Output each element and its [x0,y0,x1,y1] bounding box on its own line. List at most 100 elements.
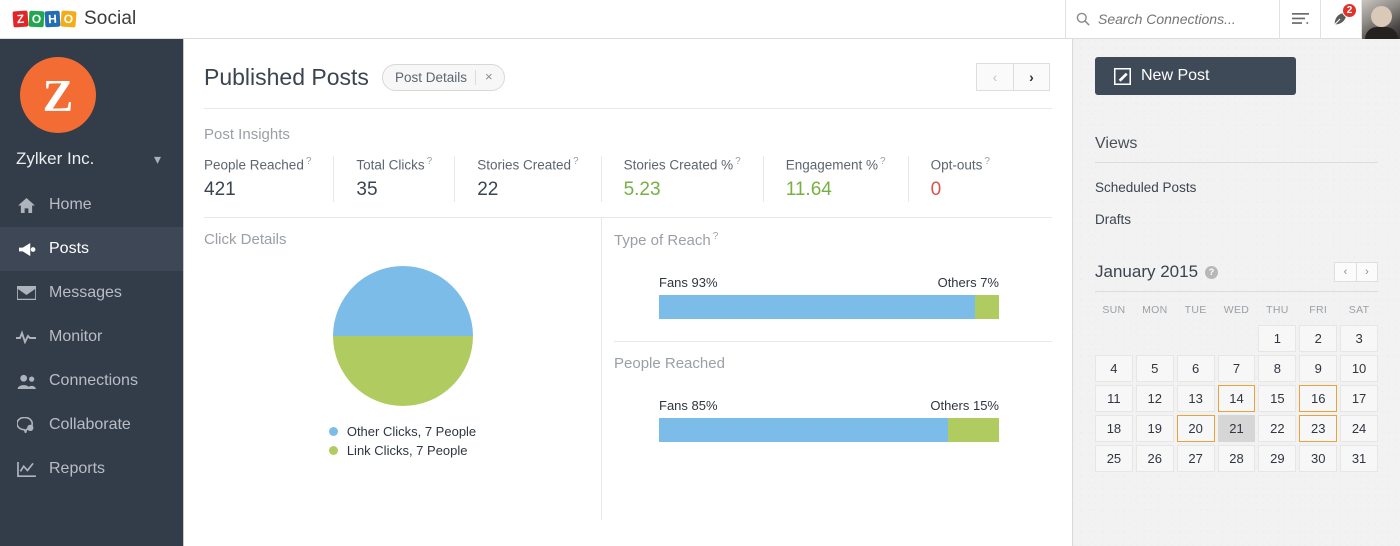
next-post-button[interactable]: › [1013,63,1050,91]
org-avatar[interactable]: Z [20,57,96,133]
calendar-day[interactable]: 19 [1135,415,1174,442]
view-scheduled-posts[interactable]: Scheduled Posts [1095,180,1378,195]
calendar-day[interactable]: 28 [1217,445,1256,472]
metric-stories-created-pct: Stories Created %? 5.23 [602,156,764,202]
view-drafts[interactable]: Drafts [1095,212,1378,227]
calendar-day[interactable]: 16 [1299,385,1338,412]
pie-legend: Other Clicks, 7 People Link Clicks, 7 Pe… [328,424,476,462]
bar-label-fans: Fans 93% [659,275,718,290]
calendar-day[interactable]: 3 [1340,325,1378,352]
views-title: Views [1095,135,1378,163]
chevron-down-icon: ▾ [153,150,161,167]
bar-label-others: Others 15% [930,398,999,413]
help-icon[interactable]: ? [735,156,741,167]
help-icon[interactable]: ? [984,156,990,167]
calendar-day[interactable]: 4 [1095,355,1133,382]
bar-segment-others [948,418,999,442]
org-switcher[interactable]: Zylker Inc. ▾ [16,149,167,169]
pulse-icon [15,330,37,344]
calendar-title: January 2015 [1095,262,1199,281]
calendar-day[interactable]: 14 [1217,385,1256,412]
calendar-day[interactable]: 17 [1340,385,1378,412]
top-bar-right: 2 [1065,0,1400,39]
calendar-prev-button[interactable]: ‹ [1334,262,1356,282]
new-post-label: New Post [1141,67,1210,84]
calendar-day[interactable]: 25 [1095,445,1133,472]
people-icon [15,374,37,389]
calendar-day[interactable]: 9 [1299,355,1338,382]
calendar-day[interactable]: 11 [1095,385,1133,412]
people-reached-bar: Fans 85% Others 15% [659,398,999,442]
help-icon[interactable]: ? [306,156,312,167]
calendar-day[interactable]: 12 [1135,385,1174,412]
top-bar: Z O H O Social Search Connections... 2 [0,0,1400,39]
calendar-dow: MON [1142,304,1168,316]
help-icon[interactable]: ? [573,156,579,167]
metric-label: Stories Created [477,157,572,173]
calendar-day[interactable]: 22 [1258,415,1297,442]
help-icon[interactable]: ? [713,231,719,242]
metric-value: 5.23 [623,178,661,200]
post-details-tag[interactable]: Post Details × [381,63,505,91]
sidebar-item-home[interactable]: Home [0,183,183,227]
sidebar-item-label: Messages [49,284,122,301]
metric-value: 421 [204,178,236,200]
bar-label-others: Others 7% [937,275,999,290]
help-icon[interactable]: ? [880,156,886,167]
calendar-dow: SUN [1102,304,1126,316]
envelope-icon [15,286,37,300]
sidebar-item-posts[interactable]: Posts [0,227,183,271]
calendar-day[interactable]: 5 [1135,355,1174,382]
brand[interactable]: Z O H O Social [0,8,136,30]
calendar-day[interactable]: 30 [1299,445,1338,472]
post-insights-title: Post Insights [204,126,290,143]
calendar-day[interactable]: 18 [1095,415,1133,442]
bar-graphic [659,418,999,442]
sidebar-item-reports[interactable]: Reports [0,447,183,491]
calendar-day[interactable]: 31 [1340,445,1378,472]
calendar-day[interactable]: 7 [1217,355,1256,382]
prev-post-button[interactable]: ‹ [976,63,1013,91]
help-icon[interactable]: ? [1205,265,1219,279]
new-post-button[interactable]: New Post [1095,57,1296,95]
calendar-next-button[interactable]: › [1356,262,1378,282]
calendar-day[interactable]: 20 [1176,415,1215,442]
calendar-day[interactable]: 21 [1217,415,1256,442]
calendar-day[interactable]: 26 [1135,445,1174,472]
user-avatar[interactable] [1361,0,1400,39]
sidebar-item-connections[interactable]: Connections [0,359,183,403]
bar-graphic [659,295,999,319]
search-box[interactable] [1065,0,1279,39]
search-input[interactable] [1098,11,1263,27]
sidebar-item-messages[interactable]: Messages [0,271,183,315]
post-details-tag-label: Post Details [394,69,467,85]
calendar-dow: WED [1223,304,1250,316]
sidebar-item-collaborate[interactable]: Collaborate [0,403,183,447]
calendar-day[interactable]: 15 [1258,385,1297,412]
calendar-day[interactable]: 2 [1299,325,1338,352]
calendar-day[interactable]: 23 [1299,415,1338,442]
calendar-day[interactable]: 29 [1258,445,1297,472]
menu-list-button[interactable] [1279,0,1320,39]
calendar-day[interactable]: 1 [1258,325,1297,352]
calendar-day[interactable]: 8 [1258,355,1297,382]
bar-segment-others [975,295,999,319]
notifications-button[interactable]: 2 [1320,0,1361,39]
click-details-panel: Click Details Other Clicks, 7 People Lin… [204,218,602,520]
calendar-dow: TUE [1184,304,1207,316]
help-icon[interactable]: ? [427,156,433,167]
org-block: Z Zylker Inc. ▾ [0,39,183,169]
sidebar-item-monitor[interactable]: Monitor [0,315,183,359]
legend-label: Link Clicks, 7 People [346,443,468,458]
calendar-day[interactable]: 6 [1176,355,1215,382]
calendar-cell-empty [1218,325,1256,352]
calendar-day[interactable]: 13 [1176,385,1215,412]
calendar-day[interactable]: 24 [1340,415,1378,442]
calendar-day[interactable]: 27 [1176,445,1215,472]
brand-name: Social [84,8,137,29]
sidebar-item-label: Collaborate [49,416,131,433]
calendar-day[interactable]: 10 [1340,355,1378,382]
legend-item: Link Clicks, 7 People [328,443,476,458]
right-panel: New Post Views Scheduled Posts Drafts Ja… [1072,39,1400,546]
close-icon[interactable]: × [474,69,502,85]
